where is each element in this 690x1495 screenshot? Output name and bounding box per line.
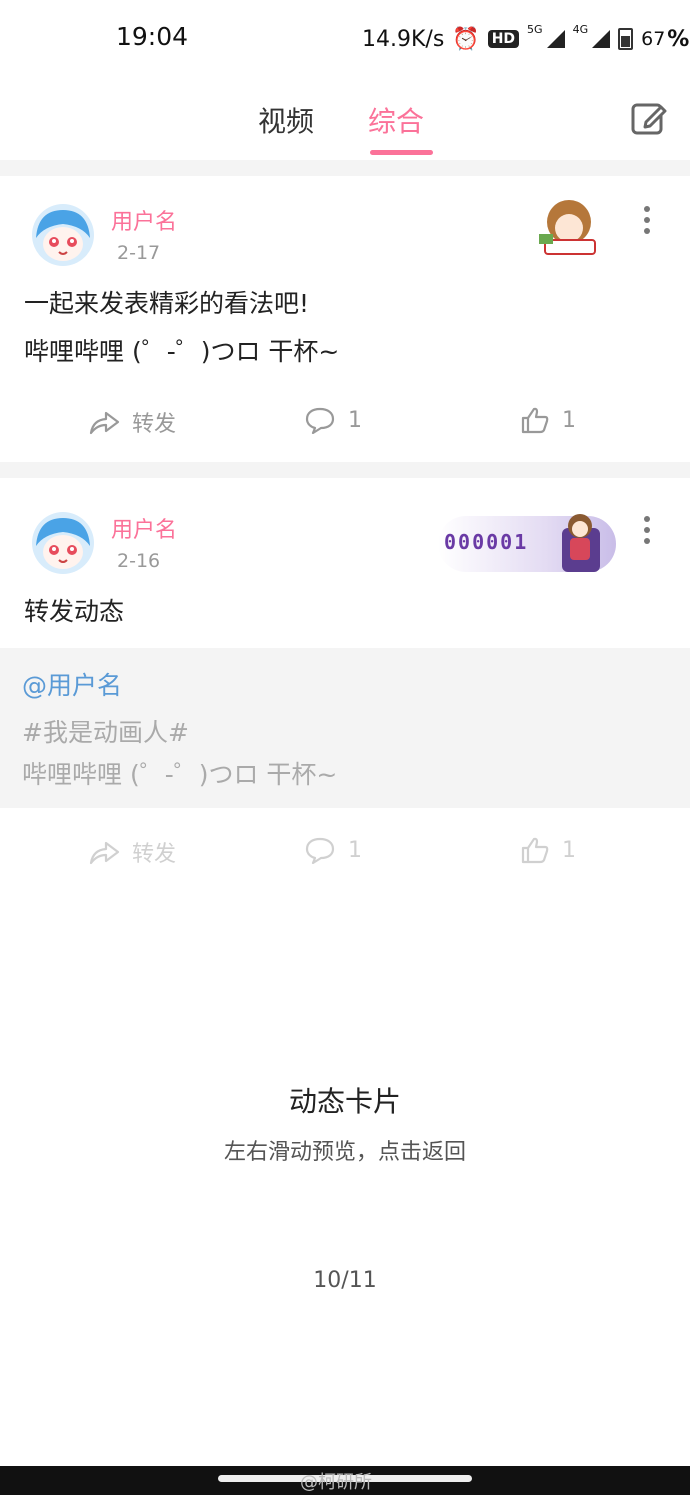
section-divider [0,462,690,478]
quoted-text: 哔哩哔哩 (゜-゜)つロ 干杯~ [22,760,338,789]
hd-badge: HD [487,30,520,48]
status-time: 19:04 [116,22,189,51]
repost-label: 转发 [132,842,177,867]
status-icons: 14.9K/s ⏰ HD 5G 4G 67% [362,22,689,56]
share-icon [89,411,120,435]
avatar[interactable] [32,512,94,574]
post-card[interactable]: 用户名 2-16 000001 转发动态 [0,478,690,648]
post-card[interactable]: 用户名 2-17 一起来发表精彩的看法吧! 哔哩哔哩 (゜-゜)つロ 干杯~ 转… [0,176,690,462]
quoted-post[interactable]: @用户名 #我是动画人# 哔哩哔哩 (゜-゜)つロ 干杯~ [0,648,690,808]
username[interactable]: 用户名 [111,512,177,544]
share-icon [89,841,120,865]
fan-badge-number: 000001 [444,530,529,554]
net-4g-label: 4G [572,22,589,36]
post-actions: 转发 1 1 [0,808,690,898]
avatar-image [32,512,94,574]
repost-button[interactable]: 转发 [88,406,176,438]
section-divider [0,160,690,176]
top-nav: 视频 综合 [0,80,690,160]
repost-button[interactable]: 转发 [88,836,176,868]
thumbs-up-icon [521,837,549,864]
battery-level: 67 [641,28,666,50]
tab-all[interactable]: 综合 [368,100,424,140]
pendant-decoration [535,194,600,262]
pendant-image [539,200,596,255]
thumbs-up-icon [521,407,549,434]
post-text-line: 一起来发表精彩的看法吧! [24,289,310,318]
watermark: @柯研所 [300,1472,372,1493]
like-count: 1 [562,407,576,433]
comment-count: 1 [348,407,362,433]
preview-title: 动态卡片 [288,1085,401,1118]
post-date: 2-17 [117,242,161,264]
signal-5g-icon [546,30,565,48]
net-speed: 14.9K/s [362,26,445,52]
quoted-username[interactable]: @用户名 [22,666,122,702]
comment-count: 1 [348,837,362,863]
signal-4g-icon [592,30,611,48]
alarm-icon: ⏰ [452,26,480,52]
page-indicator: 10/11 [313,1268,377,1293]
edit-button[interactable] [630,100,668,138]
repost-label: 转发 [132,412,177,437]
comment-icon [305,407,335,434]
preview-hint[interactable]: 左右滑动预览，点击返回 [0,1134,690,1166]
post-date: 2-16 [117,550,161,572]
active-tab-indicator [370,150,433,155]
avatar[interactable] [32,204,94,266]
fan-badge: 000001 [438,514,616,572]
quoted-topic[interactable]: #我是动画人# [22,712,189,754]
status-bar: 19:04 14.9K/s ⏰ HD 5G 4G 67% [0,0,690,76]
comment-button[interactable]: 1 [304,406,362,434]
like-button[interactable]: 1 [520,406,576,434]
comment-button[interactable]: 1 [304,836,362,864]
net-5g-label: 5G [527,22,543,36]
username[interactable]: 用户名 [111,204,177,236]
more-options-icon[interactable] [644,516,652,549]
battery-icon [618,28,634,50]
like-button[interactable]: 1 [520,836,576,864]
battery-unit: % [667,26,690,52]
like-count: 1 [562,837,576,863]
tab-video[interactable]: 视频 [258,100,314,140]
avatar-image [32,204,94,266]
badge-character-image [562,514,600,572]
post-text: 转发动态 [24,597,125,626]
post-text-line: 哔哩哔哩 (゜-゜)つロ 干杯~ [24,337,340,366]
comment-icon [305,837,335,864]
edit-icon [631,103,667,135]
more-options-icon[interactable] [644,206,652,239]
